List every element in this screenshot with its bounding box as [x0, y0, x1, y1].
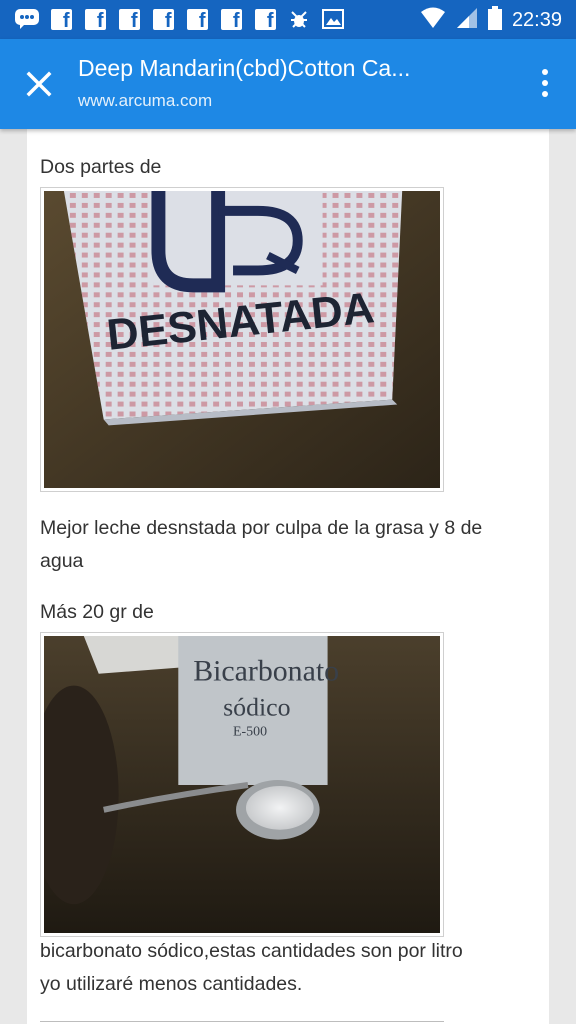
- facebook-glyph: f: [186, 8, 208, 30]
- facebook-icon: f: [218, 6, 244, 32]
- facebook-icon: f: [150, 6, 176, 32]
- jar-label-line3: E-500: [233, 724, 267, 739]
- skim-milk-image[interactable]: DESNATADA: [40, 187, 444, 492]
- close-button[interactable]: [22, 67, 56, 101]
- notification-icons: f f f f f f f: [14, 6, 346, 32]
- paragraph: yo utilizaré menos cantidades.: [40, 973, 303, 995]
- facebook-glyph: f: [84, 8, 106, 30]
- status-bar: f f f f f f f 22:39: [0, 0, 576, 39]
- facebook-glyph: f: [254, 8, 276, 30]
- facebook-icon: f: [252, 6, 278, 32]
- menu-dot: [542, 80, 548, 86]
- clock: 22:39: [511, 9, 562, 31]
- facebook-icon: f: [184, 6, 210, 32]
- close-icon: [26, 71, 52, 97]
- facebook-icon: f: [116, 6, 142, 32]
- paragraph: Más 20 gr de: [40, 601, 154, 623]
- custom-tab-toolbar: Deep Mandarin(cbd)Cotton Ca... www.arcum…: [0, 39, 576, 129]
- facebook-glyph: f: [118, 8, 140, 30]
- menu-dot: [542, 91, 548, 97]
- overflow-menu-button[interactable]: [540, 69, 550, 101]
- facebook-glyph: f: [152, 8, 174, 30]
- wifi-icon: [420, 7, 446, 34]
- paragraph: Mejor leche desnstada por culpa de la gr…: [40, 517, 483, 539]
- jar-label-line1: Bicarbonato: [193, 655, 339, 688]
- signal-icon: [456, 7, 478, 34]
- divider: [40, 1021, 444, 1022]
- baking-soda-image[interactable]: Bicarbonato sódico E-500: [40, 632, 444, 937]
- paragraph: Dos partes de: [40, 156, 162, 178]
- battery-icon: [487, 6, 502, 35]
- system-status: 22:39: [420, 6, 562, 35]
- jar-label-line2: sódico: [223, 692, 290, 721]
- facebook-icon: f: [48, 6, 74, 32]
- image-icon: [320, 6, 346, 32]
- facebook-glyph: f: [220, 8, 242, 30]
- paragraph: agua: [40, 550, 84, 572]
- page-title: Deep Mandarin(cbd)Cotton Ca...: [78, 55, 411, 81]
- chat-icon: [14, 6, 40, 32]
- facebook-glyph: f: [50, 8, 72, 30]
- menu-dot: [542, 69, 548, 75]
- skim-milk-photo: DESNATADA: [44, 191, 440, 488]
- article-content[interactable]: Dos partes de DESNATADA Mejor leche desn…: [27, 129, 549, 1024]
- bug-icon: [286, 6, 312, 32]
- paragraph: bicarbonato sódico,estas cantidades son …: [40, 940, 463, 962]
- facebook-icon: f: [82, 6, 108, 32]
- baking-soda-photo: Bicarbonato sódico E-500: [44, 636, 440, 933]
- page-url[interactable]: www.arcuma.com: [78, 91, 212, 111]
